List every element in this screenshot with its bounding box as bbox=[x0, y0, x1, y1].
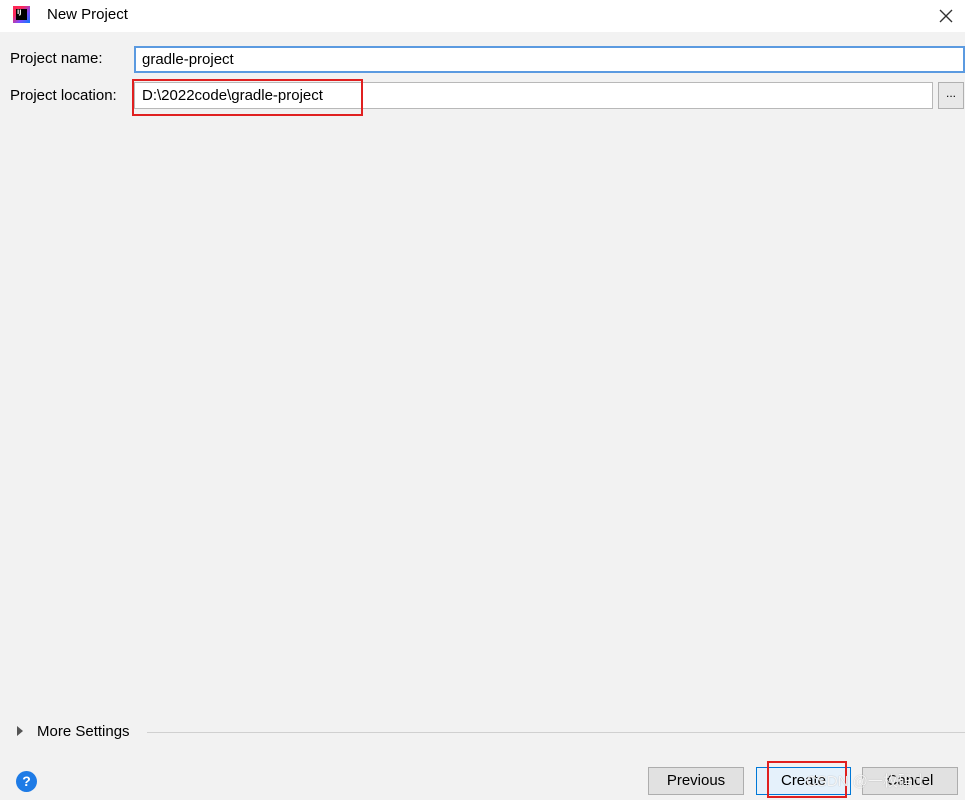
close-icon bbox=[939, 9, 953, 23]
previous-button-label: Previous bbox=[666, 772, 726, 789]
create-button-label: Create bbox=[780, 772, 827, 789]
app-icon-glyph: IJ bbox=[16, 9, 27, 20]
intellij-idea-icon: IJ bbox=[13, 6, 30, 23]
cancel-button-label: Cancel bbox=[886, 772, 934, 789]
help-button[interactable]: ? bbox=[16, 771, 37, 792]
create-button[interactable]: Create bbox=[756, 767, 851, 795]
expand-triangle-icon bbox=[17, 726, 23, 736]
browse-button[interactable]: ... bbox=[938, 82, 964, 109]
more-settings-toggle[interactable]: More Settings bbox=[14, 720, 130, 742]
close-button[interactable] bbox=[933, 3, 959, 29]
new-project-dialog: IJ New Project Project name: gradle-proj… bbox=[0, 0, 965, 800]
project-location-label: Project location: bbox=[10, 87, 117, 104]
help-icon: ? bbox=[22, 773, 31, 789]
more-settings-divider bbox=[147, 732, 965, 733]
previous-button[interactable]: Previous bbox=[648, 767, 744, 795]
project-name-label: Project name: bbox=[10, 50, 103, 67]
project-location-input[interactable]: D:\2022code\gradle-project bbox=[134, 82, 933, 109]
more-settings-label: More Settings bbox=[37, 722, 130, 740]
project-name-input[interactable]: gradle-project bbox=[134, 46, 965, 73]
dialog-title: New Project bbox=[47, 6, 128, 23]
cancel-button[interactable]: Cancel bbox=[862, 767, 958, 795]
title-bar: IJ New Project bbox=[0, 0, 965, 32]
